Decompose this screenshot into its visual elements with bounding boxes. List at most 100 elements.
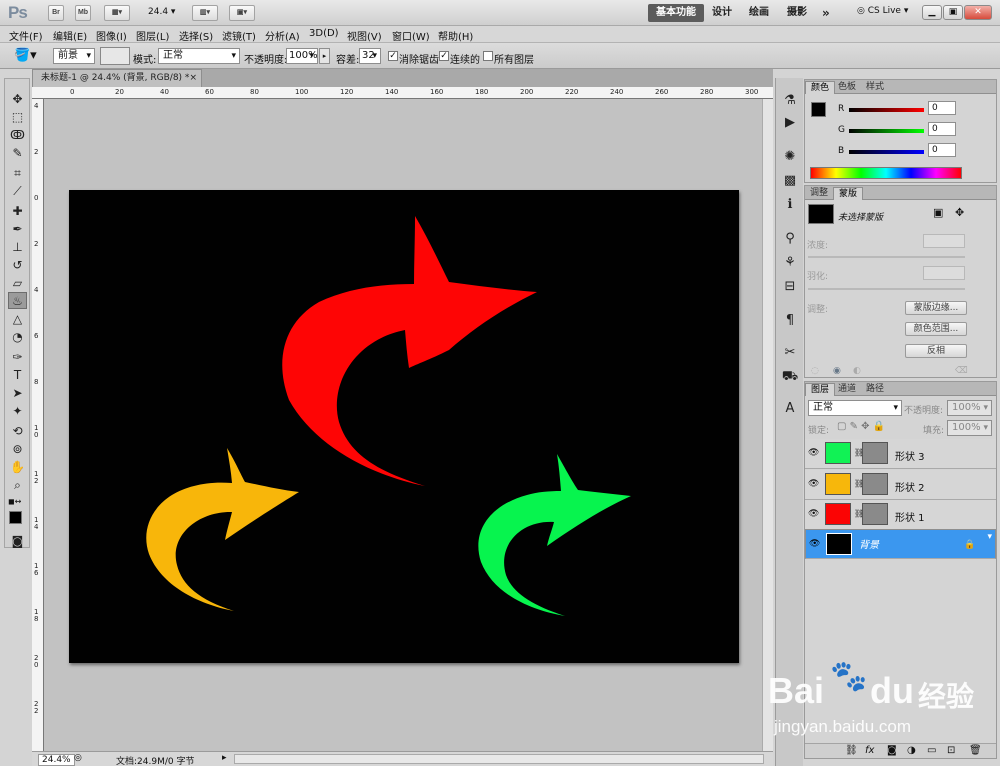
eye-icon[interactable]: 👁 bbox=[808, 509, 820, 519]
workspace-essentials[interactable]: 基本功能 bbox=[648, 4, 704, 22]
minimize-button[interactable]: ▁ bbox=[922, 5, 942, 20]
menu-view[interactable]: 视图(V) bbox=[347, 28, 382, 43]
more-workspaces-button[interactable]: » bbox=[814, 4, 838, 22]
eye-icon[interactable]: 👁 bbox=[808, 479, 820, 489]
tab-swatches[interactable]: 色板 bbox=[833, 81, 861, 94]
tab-paths[interactable]: 路径 bbox=[861, 383, 889, 396]
cs-live-button[interactable]: ◎ CS Live ▾ bbox=[857, 6, 908, 16]
mode-select[interactable]: 正常 bbox=[158, 48, 240, 64]
menu-help[interactable]: 帮助(H) bbox=[438, 28, 473, 43]
layer-row[interactable]: 👁 ⛓ 形状 3 bbox=[805, 439, 996, 469]
vertical-scrollbar[interactable] bbox=[762, 99, 773, 751]
mini-bridge-button[interactable]: Mb bbox=[75, 5, 91, 21]
layer-row[interactable]: 👁 ⛓ 形状 1 bbox=[805, 500, 996, 530]
delete-mask-icon[interactable]: ⌫ bbox=[955, 366, 968, 376]
red-slider[interactable] bbox=[849, 108, 924, 112]
zoom-level[interactable]: 24.4 ▾ bbox=[148, 7, 175, 17]
menu-3d[interactable]: 3D(D) bbox=[309, 28, 339, 39]
eye-icon[interactable]: 👁 bbox=[808, 448, 820, 458]
tolerance-input[interactable]: 32 bbox=[359, 48, 381, 64]
yellow-arrow-shape[interactable] bbox=[146, 448, 299, 611]
all-layers-checkbox[interactable] bbox=[483, 51, 493, 61]
workspace-design[interactable]: 设计 bbox=[704, 4, 740, 22]
paint-bucket-preset-icon[interactable]: 🪣▾ bbox=[14, 48, 37, 63]
character-panel-icon[interactable]: A bbox=[781, 400, 799, 418]
horizontal-scrollbar[interactable] bbox=[234, 754, 764, 764]
paragraph-panel-icon[interactable]: ¶ bbox=[781, 312, 799, 330]
tab-masks[interactable]: 蒙版 bbox=[833, 187, 864, 200]
close-window-button[interactable]: ✕ bbox=[964, 5, 992, 20]
dodge-tool-icon[interactable]: ◔ bbox=[8, 329, 27, 346]
bridge-button[interactable]: Br bbox=[48, 5, 64, 21]
layer-row[interactable]: 👁 ⛓ 形状 2 bbox=[805, 470, 996, 500]
tab-layers[interactable]: 图层 bbox=[805, 383, 836, 396]
pen-tool-icon[interactable]: ✑ bbox=[8, 349, 27, 366]
status-zoom[interactable]: 24.4% bbox=[38, 754, 75, 766]
close-tab-icon[interactable]: × bbox=[189, 70, 197, 86]
crop-tool-icon[interactable]: ⌗ bbox=[8, 165, 27, 182]
contiguous-checkbox[interactable]: ✓ bbox=[439, 51, 449, 61]
brush-tool-icon[interactable]: ✒ bbox=[8, 221, 27, 238]
zoom-tool-icon[interactable]: ⌕ bbox=[8, 477, 27, 494]
history-panel-icon[interactable]: ⚗ bbox=[781, 92, 799, 110]
color-foreground-swatch[interactable] bbox=[811, 102, 826, 117]
mask-edge-button[interactable]: 蒙版边缘... bbox=[905, 301, 967, 315]
eraser-tool-icon[interactable]: ▱ bbox=[8, 275, 27, 292]
screen-mode-button[interactable]: ▣▾ bbox=[229, 5, 255, 21]
animation-panel-icon[interactable]: ✂ bbox=[781, 344, 799, 362]
marquee-tool-icon[interactable]: ⬚ bbox=[8, 109, 27, 126]
color-spectrum[interactable] bbox=[810, 167, 962, 179]
brush-presets-icon[interactable]: ⚲ bbox=[781, 230, 799, 248]
info-panel-icon[interactable]: ℹ bbox=[781, 196, 799, 214]
actions-panel-icon[interactable]: ▶ bbox=[781, 114, 799, 132]
tab-color[interactable]: 颜色 bbox=[805, 81, 836, 94]
menu-layer[interactable]: 图层(L) bbox=[136, 28, 169, 43]
move-tool-icon[interactable]: ✥ bbox=[8, 91, 27, 108]
opacity-input[interactable]: 100% bbox=[286, 48, 318, 64]
3d-rotate-tool-icon[interactable]: ⟲ bbox=[8, 423, 27, 440]
blend-mode-select[interactable]: 正常 bbox=[808, 400, 902, 416]
menu-analysis[interactable]: 分析(A) bbox=[265, 28, 300, 43]
quick-select-tool-icon[interactable]: ✎ bbox=[8, 145, 27, 162]
menu-edit[interactable]: 编辑(E) bbox=[53, 28, 87, 43]
default-colors-icon[interactable]: ◼↔ bbox=[8, 497, 21, 506]
navigator-panel-icon[interactable]: ⛟ bbox=[781, 368, 799, 386]
3d-orbit-tool-icon[interactable]: ⊚ bbox=[8, 441, 27, 458]
document-tab[interactable]: 未标题-1 @ 24.4% (背景, RGB/8) * × bbox=[32, 69, 202, 87]
layer-opacity-input[interactable]: 100% bbox=[947, 400, 992, 416]
clone-source-icon[interactable]: ⚘ bbox=[781, 254, 799, 272]
opacity-slider-button[interactable]: ▸ bbox=[319, 48, 330, 64]
view-extras-button[interactable]: ▦▾ bbox=[104, 5, 130, 21]
menu-image[interactable]: 图像(I) bbox=[96, 28, 127, 43]
invert-button[interactable]: 反相 bbox=[905, 344, 967, 358]
type-tool-icon[interactable]: T bbox=[8, 367, 27, 384]
green-slider[interactable] bbox=[849, 129, 924, 133]
tab-channels[interactable]: 通道 bbox=[833, 383, 861, 396]
menu-file[interactable]: 文件(F) bbox=[9, 28, 43, 43]
red-arrow-shape[interactable] bbox=[282, 216, 537, 486]
tool-presets-icon[interactable]: ⊟ bbox=[781, 278, 799, 296]
menu-filter[interactable]: 滤镜(T) bbox=[222, 28, 256, 43]
histogram-panel-icon[interactable]: ▩ bbox=[781, 172, 799, 190]
status-info-icon[interactable]: ◎ bbox=[74, 753, 82, 763]
history-brush-tool-icon[interactable]: ↺ bbox=[8, 257, 27, 274]
color-range-button[interactable]: 颜色范围... bbox=[905, 322, 967, 336]
lasso-tool-icon[interactable]: ↂ bbox=[8, 127, 27, 144]
apply-mask-icon[interactable]: ◉ bbox=[833, 366, 841, 376]
fill-input[interactable]: 100% bbox=[947, 420, 992, 436]
fill-source-select[interactable]: 前景 bbox=[53, 48, 95, 64]
workspace-painting[interactable]: 绘画 bbox=[741, 4, 777, 22]
pattern-picker[interactable] bbox=[100, 47, 130, 65]
tab-styles[interactable]: 样式 bbox=[861, 81, 889, 94]
quick-mask-icon[interactable]: ◙ bbox=[8, 533, 27, 550]
green-arrow-shape[interactable] bbox=[478, 454, 631, 616]
shape-tool-icon[interactable]: ✦ bbox=[8, 403, 27, 420]
clone-stamp-tool-icon[interactable]: ⊥ bbox=[8, 239, 27, 256]
blue-slider[interactable] bbox=[849, 150, 924, 154]
antialias-checkbox[interactable]: ✓ bbox=[388, 51, 398, 61]
artboard[interactable] bbox=[69, 190, 739, 663]
horizontal-ruler[interactable]: 0 20 40 60 80 100 120 140 160 180 200 220 240 260 280 3… bbox=[32, 87, 773, 99]
foreground-color-swatch[interactable] bbox=[9, 511, 22, 524]
mask-visibility-icon[interactable]: ◐ bbox=[853, 366, 861, 376]
pixel-mask-icon[interactable]: ▣ bbox=[933, 206, 943, 219]
